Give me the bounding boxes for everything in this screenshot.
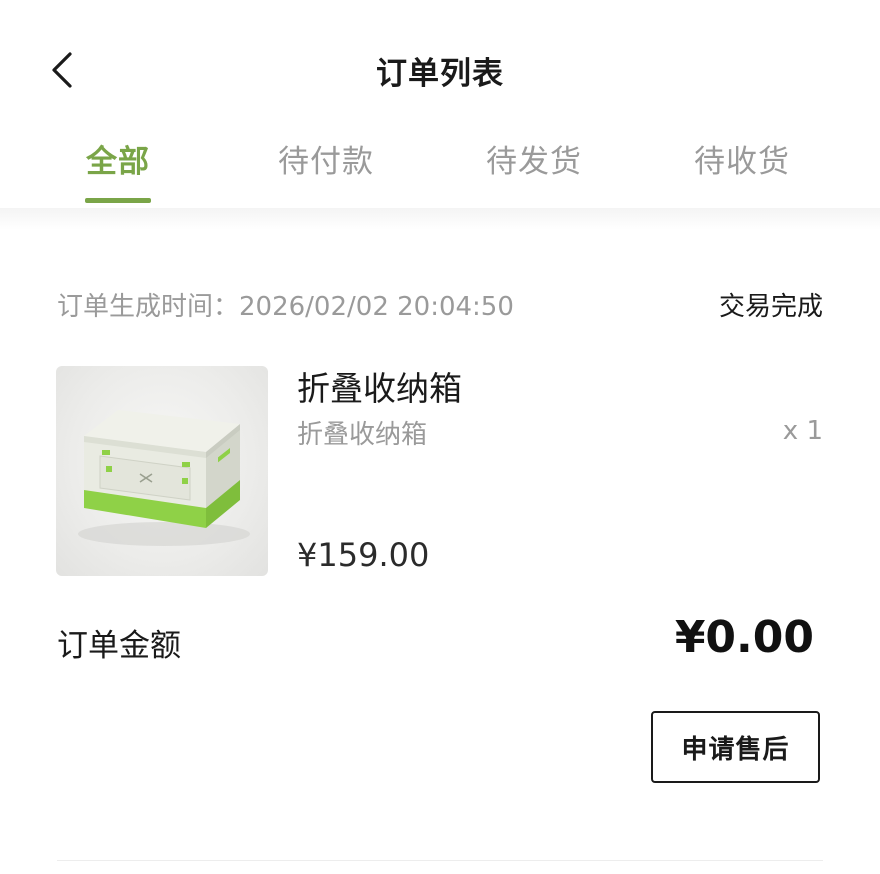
order-total-label: 订单金额 (57, 628, 181, 664)
order-status-badge: 交易完成 (718, 292, 823, 322)
active-tab-indicator (85, 198, 151, 203)
folding-storage-box-image (78, 410, 250, 546)
order-created-time: 订单生成时间：2026/02/02 20:04:50 (57, 292, 514, 322)
product-quantity: x 1 (782, 416, 823, 446)
order-card-divider (57, 860, 823, 861)
tab-pending-payment[interactable]: 待付款 (236, 136, 416, 181)
tab-pending-receipt[interactable]: 待收货 (652, 136, 832, 181)
order-status-tabs: 全部 待付款 待发货 待收货 (0, 126, 880, 208)
header-bar: 订单列表 (0, 0, 880, 140)
product-image[interactable] (56, 366, 268, 576)
page-title: 订单列表 (376, 56, 504, 92)
after-sale-button[interactable]: 申请售后 (651, 711, 820, 783)
order-list-page: 订单列表 全部 待付款 待发货 待收货 订单生成时间：2026/02/02 20… (0, 0, 880, 874)
product-name[interactable]: 折叠收纳箱 (297, 362, 462, 410)
tab-all[interactable]: 全部 (28, 136, 208, 181)
product-spec: 折叠收纳箱 (297, 420, 428, 450)
tab-pending-shipment[interactable]: 待发货 (444, 136, 624, 181)
tabs-shadow-divider (0, 208, 880, 230)
order-total-amount: ¥0.00 (674, 612, 814, 663)
product-price: ¥159.00 (297, 536, 430, 574)
